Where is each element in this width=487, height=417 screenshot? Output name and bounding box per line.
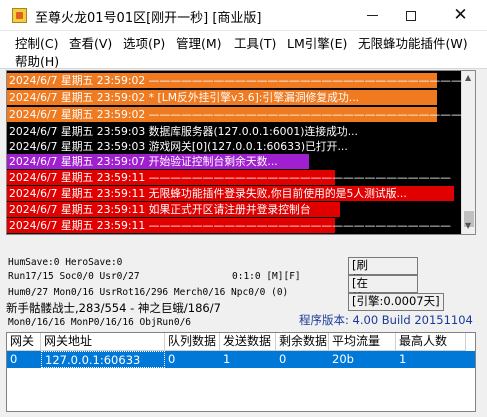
scroll-up-icon[interactable]: ▲ <box>465 73 471 82</box>
online-field: [在线:5/5/0] <box>348 275 418 305</box>
window-title: 至尊火龙01号01区[刚开一秒] [商业版] <box>35 11 262 26</box>
status-area: HumSave:0 HeroSave:0 Run17/15 Soc0/0 Usr… <box>6 254 476 330</box>
column-header-gateway[interactable]: 网关 <box>7 333 41 351</box>
maximize-icon <box>406 10 416 21</box>
column-header-queue[interactable]: 队列数据 <box>165 333 220 351</box>
menu-tools[interactable]: 工具(T) <box>234 33 276 52</box>
cell-remaining: 0 <box>279 352 287 366</box>
column-header-avg-traffic[interactable]: 平均流量 <box>329 333 396 351</box>
cell-sent: 1 <box>223 352 231 366</box>
menu-manage[interactable]: 管理(M) <box>176 33 222 52</box>
log-line: 2024/6/7 星期五 23:59:07 开始验证控制台剩余天数... <box>7 154 309 169</box>
log-line: 2024/6/7 星期五 23:59:11 ——————————————————… <box>7 170 451 185</box>
log-panel[interactable]: 2024/6/7 星期五 23:59:02 ——————————————————… <box>6 70 476 235</box>
table-header: 网关 网关地址 队列数据 发送数据 剩余数据 平均流量 最高人数 <box>7 333 475 351</box>
title-bar: 至尊火龙01号01区[刚开一秒] [商业版] ✕ <box>0 0 487 31</box>
log-scrollbar[interactable]: ▲ ▼ <box>461 71 475 234</box>
menu-control[interactable]: 控制(C) <box>15 33 58 52</box>
minimize-icon <box>366 15 378 16</box>
menu-bar: 控制(C) 查看(V) 选项(P) 管理(M) 工具(T) LM引擎(E) 无限… <box>0 31 487 69</box>
column-header-max-users[interactable]: 最高人数 <box>396 333 466 351</box>
save-status: HumSave:0 HeroSave:0 <box>8 257 123 268</box>
app-icon <box>12 8 27 23</box>
menu-help[interactable]: 帮助(H) <box>15 51 59 70</box>
table-row[interactable]: 0 127.0.0.1:60633 0 1 0 20b 1 <box>7 351 475 368</box>
column-header-sent[interactable]: 发送数据 <box>220 333 276 351</box>
menu-plugin[interactable]: 无限蜂功能插件(W) <box>358 33 468 52</box>
log-line: 2024/6/7 星期五 23:59:03 游戏网关[0](127.0.0.1:… <box>9 140 348 153</box>
log-line: 2024/6/7 星期五 23:59:11 如果正式开区请注册并登录控制台 <box>7 202 340 217</box>
log-line: 2024/6/7 星期五 23:59:02 * [LM反外挂引擎v3.6]:引擎… <box>7 90 437 105</box>
close-button[interactable]: ✕ <box>434 0 487 31</box>
time-status: 0:1:0 [M][F] <box>232 271 301 282</box>
cell-gateway: 0 <box>10 352 18 366</box>
scroll-down-icon[interactable]: ▼ <box>465 221 471 230</box>
log-line: 2024/6/7 星期五 23:59:11 无限蜂功能插件登录失败,你目前使用的… <box>7 186 454 201</box>
engine-field: [引擎:0.0007天] <box>348 293 444 311</box>
close-icon: ✕ <box>453 5 468 25</box>
human-status: Hum0/27 Mon0/16 UsrRot16/296 Merch0/16 N… <box>8 287 289 298</box>
menu-options[interactable]: 选项(P) <box>123 33 165 52</box>
menu-view[interactable]: 查看(V) <box>69 33 112 52</box>
log-line: 2024/6/7 星期五 23:59:11 ——————————————————… <box>7 218 451 233</box>
run-status: Run17/15 Soc0/0 Usr0/27 <box>8 271 140 282</box>
version-label: 程序版本: 4.00 Build 20151104 <box>299 313 473 327</box>
refresh-monster-field: [刷怪:2270] <box>348 257 418 287</box>
cell-max-users: 1 <box>399 352 407 366</box>
log-line: 2024/6/7 星期五 23:59:02 ——————————————————… <box>7 107 475 122</box>
log-line: 2024/6/7 星期五 23:59:03 数据库服务器(127.0.0.1:6… <box>9 125 358 138</box>
gateway-table[interactable]: 网关 网关地址 队列数据 发送数据 剩余数据 平均流量 最高人数 0 127.0… <box>6 332 476 412</box>
monster-status: 新手骷髅战士,283/554 - 神之巨蛾/186/7 <box>6 301 221 315</box>
cell-avg-traffic: 20b <box>332 352 354 366</box>
object-status: Mon0/16/16 MonP0/16/16 ObjRun0/6 <box>8 317 192 328</box>
menu-lm-engine[interactable]: LM引擎(E) <box>287 33 347 52</box>
column-header-address[interactable]: 网关地址 <box>41 333 165 351</box>
maximize-button[interactable] <box>388 0 434 31</box>
log-line: 2024/6/7 星期五 23:59:02 ——————————————————… <box>7 73 475 88</box>
column-header-remaining[interactable]: 剩余数据 <box>276 333 329 351</box>
cell-queue: 0 <box>168 352 176 366</box>
cell-address: 127.0.0.1:60633 <box>41 351 165 368</box>
